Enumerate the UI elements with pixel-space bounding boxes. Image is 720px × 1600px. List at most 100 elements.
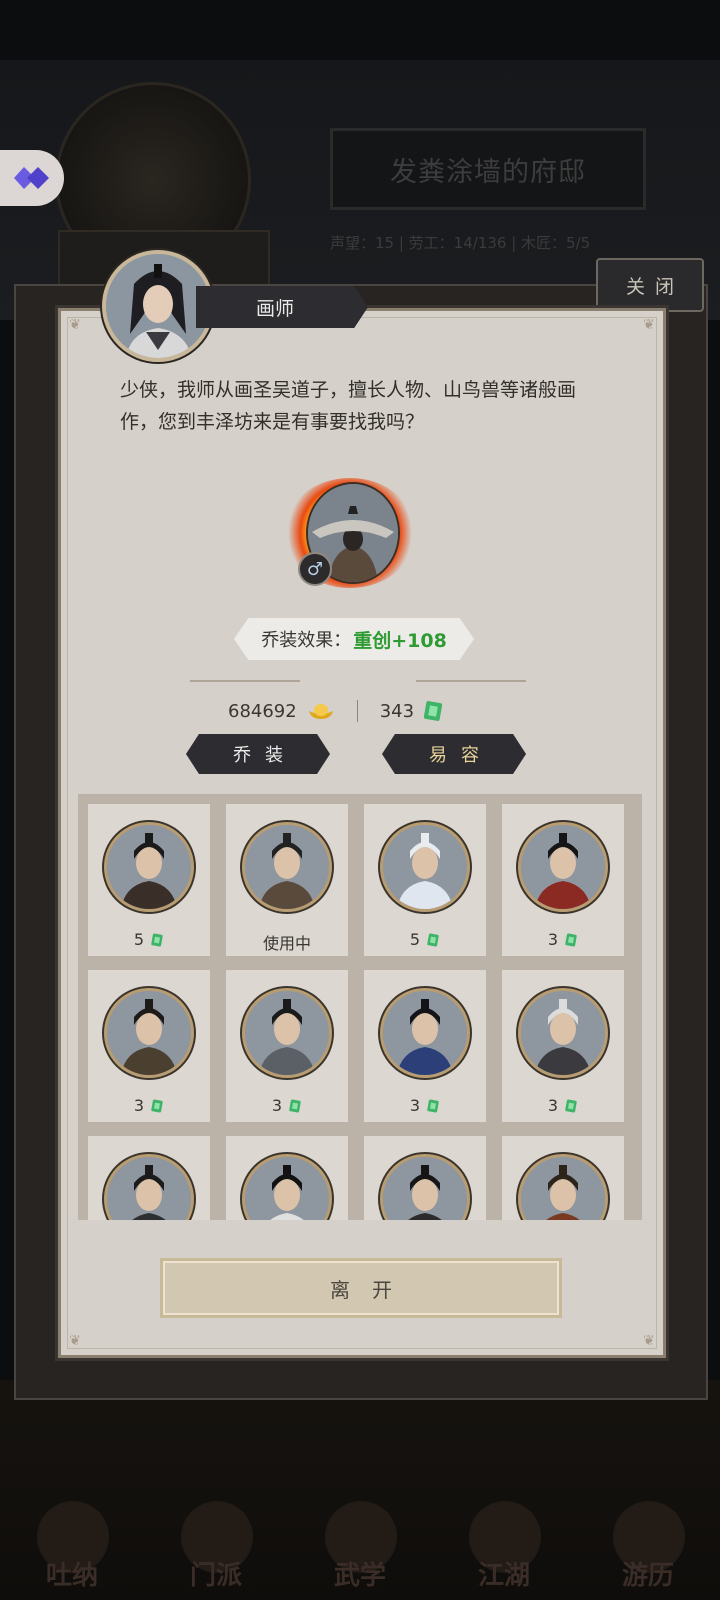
disguise-grid[interactable]: 5 使用中 5 3 3 3 3 3 [78,794,642,1220]
disguise-effect-plate: 乔装效果： 重创+108 [234,618,474,660]
jade-token-icon [289,1099,301,1113]
corner-ornament: ❦ [69,1333,81,1349]
disguise-price: 5 [88,930,210,949]
disguise-option-card[interactable]: 3 [88,970,210,1122]
makeup-button-label: 易容 [429,745,493,766]
price-value: 5 [409,930,421,949]
disguise-portrait [242,822,332,912]
npc-name: 画师 [255,297,294,320]
disguise-portrait [380,988,470,1078]
disguise-option-card[interactable]: 3 [364,970,486,1122]
character-portrait-icon [107,991,191,1075]
disguise-price: 3 [502,930,624,949]
leave-button[interactable]: 离开 [160,1258,562,1318]
in-use-label: 使用中 [262,934,311,953]
jade-token-icon [565,1099,577,1113]
character-portrait-icon [521,825,605,909]
disguise-option-card[interactable] [226,1136,348,1220]
disguise-portrait [380,1154,470,1220]
nav-label: 吐纳 [45,1561,98,1591]
disguise-portrait [104,822,194,912]
character-portrait-icon [383,1157,467,1220]
price-value: 3 [271,1096,283,1115]
disguise-option-card[interactable] [88,1136,210,1220]
jade-amount: 343 [379,700,415,722]
character-portrait-icon [107,1157,191,1220]
disguise-portrait [380,822,470,912]
character-portrait-icon [245,991,329,1075]
bottom-nav: 吐纳 门派 武学 江湖 游历 [0,1480,720,1600]
npc-dialog-text: 少侠，我师从画圣吴道子，擅长人物、山鸟兽等诸般画作，您到丰泽坊来是有事要找我吗？ [120,379,577,433]
disguise-option-card[interactable]: 5 [364,804,486,956]
floating-menu-button[interactable] [0,150,64,206]
disguise-price: 3 [364,1096,486,1115]
character-portrait-icon [521,1157,605,1220]
jade-token-icon [565,933,577,947]
price-value: 5 [133,930,145,949]
disguise-price: 3 [502,1096,624,1115]
price-value: 3 [409,1096,421,1115]
character-portrait-icon [245,1157,329,1220]
jade-token-icon [427,1099,439,1113]
nav-label: 武学 [333,1561,386,1591]
current-disguise: ♂ [284,478,418,588]
painter-portrait-icon [106,254,210,358]
disguise-option-card[interactable]: 3 [226,970,348,1122]
disguise-option-card[interactable] [364,1136,486,1220]
makeup-button[interactable]: 易容 [382,734,526,774]
jade-token-icon [151,1099,163,1113]
currency-row: 684692 343 [228,696,528,726]
disguise-portrait [242,1154,332,1220]
disguise-portrait [518,822,608,912]
background-title-box: 发粪涂墙的府邸 [330,128,646,210]
disguise-button[interactable]: 乔装 [186,734,330,774]
nav-label: 游历 [621,1561,674,1591]
disguise-option-card[interactable]: 5 [88,804,210,956]
disguise-option-card[interactable] [502,1136,624,1220]
character-portrait-icon [383,991,467,1075]
jade-token-icon [423,701,443,721]
npc-name-plate: 画师 [196,286,368,328]
character-portrait-icon [521,991,605,1075]
nav-item: 吐纳 [12,1495,132,1600]
character-portrait-icon [383,825,467,909]
jade-token-icon [427,933,439,947]
male-gender-icon: ♂ [298,552,332,586]
disguise-button-label: 乔装 [233,745,297,766]
gold-amount: 684692 [228,700,297,722]
nav-item: 门派 [156,1495,276,1600]
effect-label: 乔装效果： [261,630,352,651]
disguise-option-card[interactable]: 3 [502,804,624,956]
background-title: 发粪涂墙的府邸 [390,156,586,188]
nav-item: 武学 [300,1495,420,1600]
gold-ingot-icon [308,704,333,719]
corner-ornament: ❦ [643,1333,655,1349]
disguise-option-card[interactable]: 3 [502,970,624,1122]
nav-item: 游历 [588,1495,708,1600]
nav-label: 门派 [189,1561,242,1591]
corner-ornament: ❦ [69,317,81,333]
disguise-price: 5 [364,930,486,949]
disguise-portrait [242,988,332,1078]
disguise-option-card[interactable]: 使用中 [226,804,348,956]
disguise-portrait [104,1154,194,1220]
background-stats: 声望：15 | 劳工：14/136 | 木匠：5/5 [330,234,591,252]
close-label: 关闭 [625,275,684,298]
disguise-portrait [104,988,194,1078]
price-value: 3 [547,930,559,949]
jade-token-icon [151,933,163,947]
close-button[interactable]: 关闭 [596,258,704,312]
effect-value: 重创+108 [353,629,447,652]
character-portrait-icon [107,825,191,909]
character-portrait-icon [245,825,329,909]
leave-button-label: 离开 [330,1277,414,1302]
disguise-portrait [518,988,608,1078]
double-diamond-icon [14,167,49,189]
divider [416,680,526,682]
corner-ornament: ❦ [643,317,655,333]
nav-label: 江湖 [477,1561,530,1591]
disguise-portrait [518,1154,608,1220]
divider [190,680,300,682]
disguise-price: 3 [226,1096,348,1115]
price-value: 3 [133,1096,145,1115]
